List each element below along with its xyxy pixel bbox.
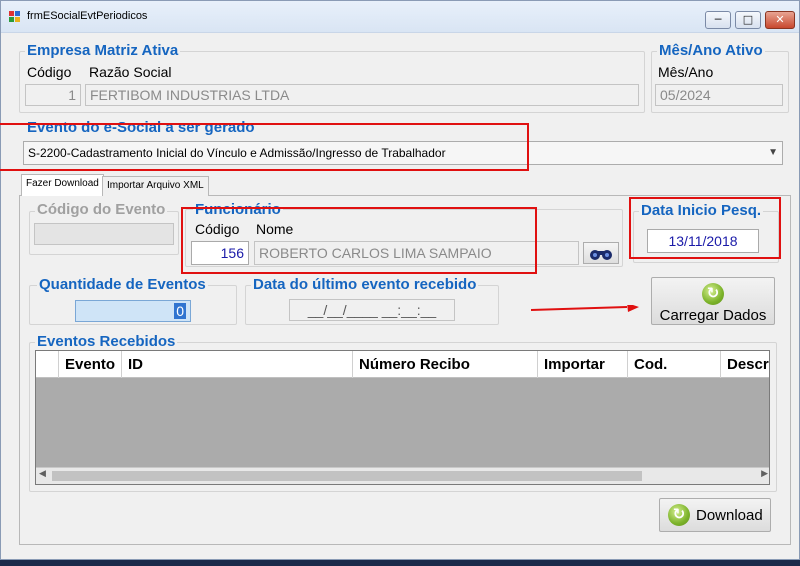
grid-row-header: [36, 351, 58, 378]
mesano-label: Mês/Ano: [658, 64, 714, 80]
mesano-field[interactable]: 05/2024: [655, 84, 783, 106]
download-icon: [668, 504, 690, 526]
scroll-right-icon[interactable]: ▶: [761, 468, 768, 479]
quantidade-field[interactable]: 0: [75, 300, 191, 322]
close-icon: ✕: [775, 13, 785, 26]
funcionario-highlight: [181, 207, 537, 274]
binoculars-icon: [590, 250, 612, 260]
chevron-down-icon: ▼: [768, 147, 778, 158]
tab-importar-xml[interactable]: Importar Arquivo XML: [102, 176, 209, 196]
refresh-icon: [702, 283, 724, 305]
empresa-codigo-label: Código: [27, 64, 72, 80]
app-icon: [9, 11, 20, 22]
empresa-legend: Empresa Matriz Ativa: [25, 42, 181, 59]
minimize-button[interactable]: ─: [705, 11, 731, 29]
quantidade-legend: Quantidade de Eventos: [37, 276, 208, 293]
search-employee-button[interactable]: [583, 242, 619, 264]
codigo-evento-field[interactable]: [34, 223, 174, 245]
download-label: Download: [696, 507, 763, 524]
codigo-evento-legend: Código do Evento: [35, 201, 168, 218]
quantidade-value: 0: [174, 303, 186, 319]
ultimo-evento-legend: Data do último evento recebido: [251, 276, 479, 293]
title-bar: frmESocialEvtPeriodicos ─ □ ✕: [1, 1, 799, 33]
col-evento[interactable]: Evento: [58, 351, 121, 378]
evento-highlight: [0, 123, 529, 171]
ultimo-evento-field[interactable]: __/__/____ __:__:__: [289, 299, 455, 321]
tab-fazer-download[interactable]: Fazer Download: [21, 174, 104, 196]
carregar-dados-label: Carregar Dados: [659, 307, 767, 324]
download-button[interactable]: Download: [659, 498, 771, 532]
grid-header: Evento ID Número Recibo Importar Cod. De…: [36, 351, 769, 378]
empresa-codigo-field[interactable]: 1: [25, 84, 81, 106]
col-descr[interactable]: Descr: [720, 351, 769, 378]
eventos-grid[interactable]: Evento ID Número Recibo Importar Cod. De…: [35, 350, 770, 485]
main-window: frmESocialEvtPeriodicos ─ □ ✕ Empresa Ma…: [0, 0, 800, 560]
window-title: frmESocialEvtPeriodicos: [27, 10, 148, 22]
col-numero-recibo[interactable]: Número Recibo: [352, 351, 537, 378]
col-id[interactable]: ID: [121, 351, 352, 378]
close-button[interactable]: ✕: [765, 11, 795, 29]
scrollbar-thumb[interactable]: [52, 471, 642, 481]
red-arrow-icon: [531, 305, 639, 312]
scroll-left-icon[interactable]: ◀: [39, 468, 46, 479]
empresa-razao-label: Razão Social: [89, 64, 172, 80]
empresa-razao-field[interactable]: FERTIBOM INDUSTRIAS LTDA: [85, 84, 639, 106]
eventos-legend: Eventos Recebidos: [35, 333, 178, 350]
maximize-button[interactable]: □: [735, 11, 761, 29]
maximize-icon: □: [742, 13, 754, 26]
grid-horizontal-scrollbar[interactable]: ◀ ▶: [36, 467, 769, 484]
data-inicio-highlight: [629, 197, 781, 259]
minimize-icon: ─: [714, 13, 722, 26]
col-importar[interactable]: Importar: [537, 351, 627, 378]
col-cod[interactable]: Cod.: [627, 351, 720, 378]
mesano-legend: Mês/Ano Ativo: [657, 42, 765, 59]
carregar-dados-button[interactable]: Carregar Dados: [651, 277, 775, 325]
